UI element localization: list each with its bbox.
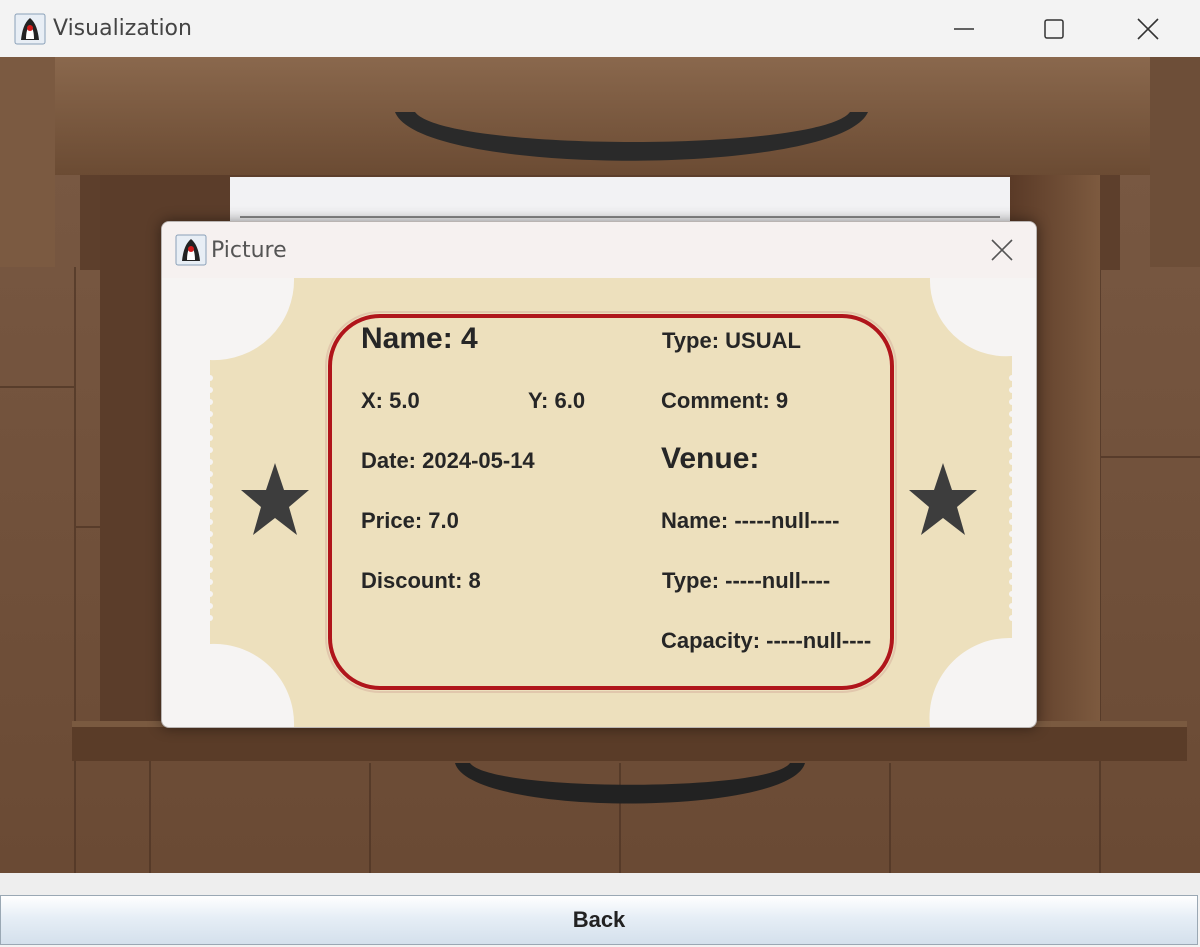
dialog-titlebar: Picture <box>162 222 1036 278</box>
close-icon <box>1137 17 1159 40</box>
venue-capacity: Capacity: -----null---- <box>661 628 872 653</box>
venue-type: Type: -----null---- <box>662 568 831 593</box>
ticket-discount: Discount: 8 <box>361 568 481 593</box>
dialog-close-button[interactable] <box>982 232 1022 268</box>
dialog-title: Picture <box>211 238 287 263</box>
venue-name: Name: -----null---- <box>661 508 840 533</box>
back-button[interactable]: Back <box>0 895 1198 945</box>
ticket-y: Y: 6.0 <box>528 388 586 413</box>
star-right-icon <box>909 463 977 535</box>
minimize-button[interactable] <box>918 0 1010 57</box>
venue-heading: Venue: <box>661 442 760 475</box>
maximize-button[interactable] <box>1008 0 1100 57</box>
minimize-icon <box>954 27 974 30</box>
ticket-date: Date: 2024-05-14 <box>361 448 535 473</box>
close-icon <box>991 239 1013 261</box>
ticket-price: Price: 7.0 <box>361 508 459 533</box>
window-title: Visualization <box>53 16 192 41</box>
close-button[interactable] <box>1102 0 1194 57</box>
ticket-type: Type: USUAL <box>662 328 801 353</box>
maximize-icon <box>1044 18 1064 39</box>
ticket-name: Name: 4 <box>361 322 478 355</box>
picture-dialog: Picture Name: 4 X: 5.0 Y: 6.0 Date: 2024… <box>161 221 1037 728</box>
java-duke-icon <box>175 234 207 266</box>
star-left-icon <box>241 463 309 535</box>
window-titlebar: Visualization <box>0 0 1200 57</box>
java-duke-icon <box>14 13 46 45</box>
ticket-x: X: 5.0 <box>361 388 420 413</box>
ticket-image: Name: 4 X: 5.0 Y: 6.0 Date: 2024-05-14 P… <box>162 278 1036 727</box>
bottom-panel <box>0 873 1200 895</box>
ticket-comment: Comment: 9 <box>661 388 789 413</box>
